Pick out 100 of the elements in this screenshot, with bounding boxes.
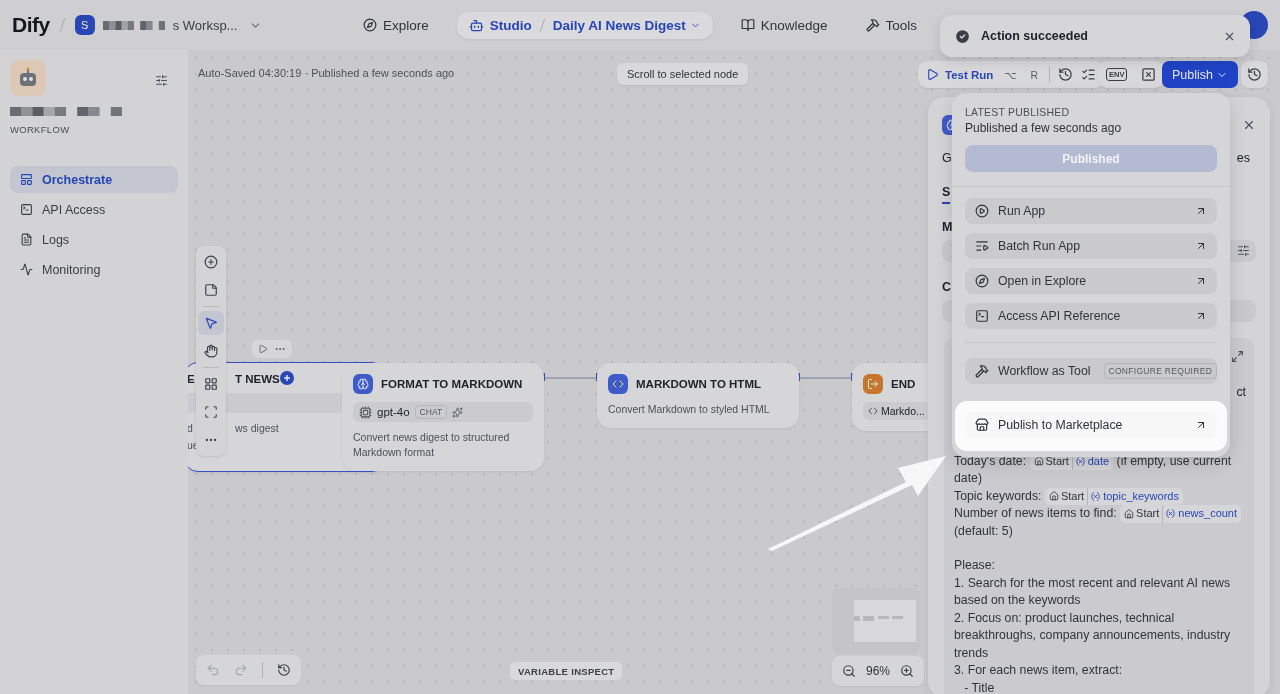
sidebar-item[interactable]: Logs [10, 226, 178, 253]
home-icon [1048, 491, 1059, 502]
studio-link[interactable]: Studio [468, 17, 532, 33]
prompt-text: 2. Focus on: product launches, technical breakthroughs, company announcements, industry trends [954, 610, 1232, 660]
external-link-icon [1195, 310, 1207, 322]
prompt-text: 3. For each news item, extract: [954, 663, 1123, 677]
nav-link[interactable]: Tools [855, 11, 928, 39]
list-play-icon [975, 239, 989, 253]
node-title: E [188, 373, 195, 385]
chip-node-name: Start [1136, 505, 1164, 523]
sidebar-item[interactable]: Monitoring [10, 256, 178, 283]
chip-variable-name: topic_keywords [1103, 488, 1179, 504]
grid-icon [204, 377, 218, 391]
field-label: C [942, 279, 952, 294]
home-icon [1124, 508, 1135, 519]
nav-link[interactable]: Explore [352, 11, 439, 39]
menu-item[interactable]: Open in Explore [965, 268, 1217, 294]
prompt-text: Topic keywords: [954, 488, 1042, 503]
history-icon [1247, 67, 1262, 82]
prompt-text: Please: [954, 558, 996, 572]
menu-heading: LATEST PUBLISHED [965, 106, 1071, 118]
add-node-handle[interactable] [280, 371, 294, 385]
menu-item[interactable]: Access API Reference [965, 303, 1217, 329]
compass-icon [975, 274, 989, 288]
variable-icon [1090, 490, 1102, 502]
note-icon [204, 283, 218, 297]
zoom-out-icon[interactable] [842, 664, 856, 678]
workflow-node[interactable]: MARKDOWN TO HTML Convert Markdown to styled HTML [597, 363, 799, 428]
hammer-icon [975, 364, 989, 378]
home-icon [1033, 456, 1044, 467]
history-icon[interactable] [277, 663, 291, 677]
field-label: M [942, 220, 953, 234]
check-icon [954, 27, 971, 45]
checklist-icon[interactable] [1081, 67, 1097, 82]
node-title: MARKDOWN TO HTML [636, 378, 761, 390]
zoom-in-icon[interactable] [900, 664, 915, 678]
workflow-node[interactable]: FORMAT TO MARKDOWN gpt-4o CHAT Convert news digest to structured Markdown format [342, 363, 544, 471]
play-icon[interactable] [258, 344, 268, 354]
sparkle-icon [452, 406, 464, 418]
panel-tab[interactable]: S [942, 185, 951, 204]
expand-icon[interactable] [1231, 349, 1244, 363]
prompt-text: Number of news items to find: [954, 506, 1117, 520]
prompt-text: 1. Search for the most recent and relevant AI news based on the keywords [954, 575, 1232, 607]
output-name: Markdo... [881, 405, 925, 417]
mode-badge: CHAT [414, 405, 448, 419]
external-link-icon [1195, 419, 1207, 431]
sidebar-item[interactable]: Orchestrate [10, 166, 178, 193]
menu-item[interactable]: Publish to Marketplace [965, 412, 1217, 438]
app-selector[interactable]: Daily AI News Digest [552, 17, 701, 33]
settings-icon [1237, 244, 1250, 258]
prompt-text: - Title [963, 680, 995, 694]
clock-icon[interactable] [1058, 67, 1074, 82]
nav-link[interactable]: Knowledge [730, 11, 838, 39]
chip-node-name: Start [1060, 487, 1089, 505]
publish-time: Published a few seconds ago [965, 121, 1123, 135]
store-icon [975, 418, 989, 432]
settings-icon[interactable] [155, 74, 168, 87]
logo[interactable]: Dify [12, 13, 50, 37]
chip-icon [359, 405, 372, 419]
document-icon [20, 233, 33, 246]
book-icon [740, 18, 755, 32]
test-run-button[interactable]: Test Run [926, 68, 994, 81]
frame-icon [204, 405, 218, 419]
external-link-icon [1195, 275, 1207, 287]
history-button[interactable] [1241, 61, 1268, 88]
variable-inspect-button[interactable]: VARIABLE INSPECT [510, 662, 623, 680]
studio-tab[interactable]: Studio Daily AI News Digest [456, 11, 713, 39]
prompt-text: (default: 5) [954, 523, 1013, 538]
pointer-icon [204, 316, 218, 330]
minimap-drawing [854, 600, 916, 642]
zoom-level[interactable]: 96% [866, 664, 891, 678]
app-type-label: WORKFLOW [10, 124, 71, 135]
hand-icon [204, 344, 218, 358]
variable-icon [1074, 455, 1086, 467]
shortcut-key: ⌥ [1001, 67, 1020, 82]
node-description: Convert news digest to structured Markdown format [353, 430, 511, 460]
prompt-text: Today's date: [954, 453, 1027, 468]
panel-text: es [1236, 151, 1250, 165]
menu-item[interactable]: Workflow as Tool CONFIGURE REQUIRED [965, 358, 1217, 384]
blurred-text-drawing [102, 18, 165, 32]
variable-icon[interactable] [1141, 67, 1157, 82]
menu-item[interactable]: Batch Run App [965, 233, 1217, 259]
terminal-icon [20, 203, 33, 216]
hammer-icon [865, 18, 880, 32]
code-icon [868, 406, 878, 416]
pulse-icon [20, 263, 33, 276]
publish-button[interactable]: Publish [1162, 61, 1238, 88]
node-title: T NEWS [235, 373, 280, 385]
workspace-avatar: S [74, 15, 95, 35]
sidebar-item[interactable]: API Access [10, 196, 178, 223]
save-status: Auto-Saved 04:30:19 · Published a few seconds ago [198, 67, 455, 79]
toast-message: Action succeeded [981, 29, 1089, 43]
close-icon[interactable] [1242, 118, 1256, 132]
canvas-tool-button[interactable] [198, 311, 224, 335]
status-badge: CONFIGURE REQUIRED [1103, 363, 1218, 379]
scroll-to-node-button[interactable]: Scroll to selected node [617, 63, 749, 85]
plus-icon [283, 374, 291, 382]
menu-item[interactable]: Run App [965, 198, 1217, 224]
node-title: END [891, 378, 916, 390]
workspace-name[interactable]: s Worksp... [172, 17, 238, 33]
